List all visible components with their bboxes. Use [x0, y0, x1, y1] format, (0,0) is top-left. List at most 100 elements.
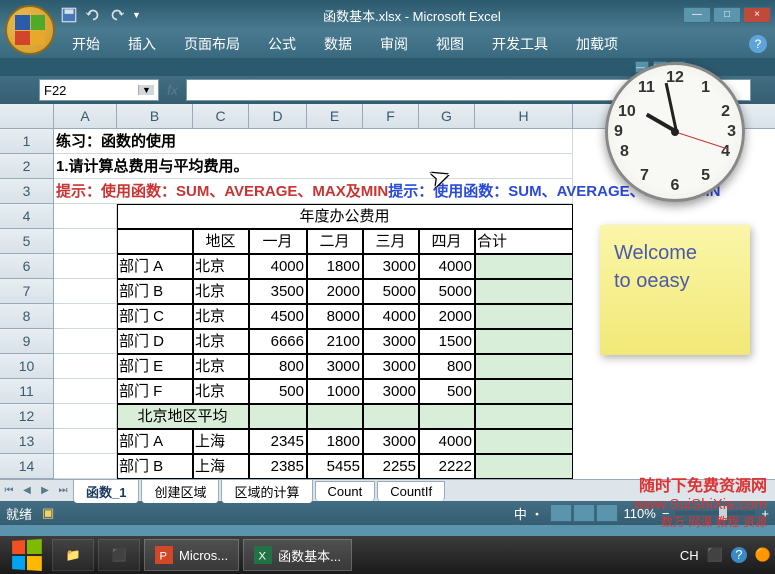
cell[interactable]: 5000: [419, 279, 475, 304]
cell[interactable]: 年度办公费用: [117, 204, 573, 229]
cell[interactable]: [117, 229, 193, 254]
tab-dev[interactable]: 开发工具: [480, 30, 560, 58]
tray-icon[interactable]: ⬛: [707, 547, 723, 563]
col-header[interactable]: F: [363, 104, 419, 128]
row-header[interactable]: 1: [0, 129, 54, 154]
cell[interactable]: 4000: [249, 254, 307, 279]
cell[interactable]: [54, 379, 117, 404]
row-header[interactable]: 4: [0, 204, 54, 229]
cell[interactable]: 3000: [363, 329, 419, 354]
cell[interactable]: 地区: [193, 229, 249, 254]
col-header[interactable]: A: [54, 104, 117, 128]
cell[interactable]: [54, 404, 117, 429]
cell[interactable]: 上海: [193, 429, 249, 454]
maximize-button[interactable]: □: [713, 7, 741, 23]
cell[interactable]: 3000: [363, 429, 419, 454]
col-header[interactable]: D: [249, 104, 307, 128]
cell[interactable]: [475, 454, 573, 479]
cell[interactable]: [475, 329, 573, 354]
cell[interactable]: 一月: [249, 229, 307, 254]
cell[interactable]: 1000: [307, 379, 363, 404]
select-all-corner[interactable]: [0, 104, 54, 128]
tab-insert[interactable]: 插入: [116, 30, 168, 58]
cell[interactable]: [54, 304, 117, 329]
sheet-tab[interactable]: Count: [315, 481, 376, 501]
cell[interactable]: 2000: [419, 304, 475, 329]
cell[interactable]: 2255: [363, 454, 419, 479]
cell[interactable]: [419, 404, 475, 429]
row-header[interactable]: 3: [0, 179, 54, 204]
cell[interactable]: [54, 354, 117, 379]
row-header[interactable]: 9: [0, 329, 54, 354]
row-header[interactable]: 13: [0, 429, 54, 454]
tab-addins[interactable]: 加载项: [564, 30, 630, 58]
sticky-note[interactable]: Welcome to oeasy: [600, 225, 750, 355]
cell[interactable]: 三月: [363, 229, 419, 254]
view-pagebreak-button[interactable]: [596, 504, 618, 522]
cell[interactable]: [54, 254, 117, 279]
cell[interactable]: [475, 379, 573, 404]
cell[interactable]: [54, 204, 117, 229]
help-icon[interactable]: ?: [749, 35, 767, 53]
cell[interactable]: 3000: [363, 254, 419, 279]
cell[interactable]: [249, 404, 307, 429]
row-header[interactable]: 12: [0, 404, 54, 429]
cell[interactable]: 6666: [249, 329, 307, 354]
cell[interactable]: [475, 254, 573, 279]
tab-layout[interactable]: 页面布局: [172, 30, 252, 58]
row-header[interactable]: 5: [0, 229, 54, 254]
undo-icon[interactable]: [84, 6, 102, 24]
cell[interactable]: [54, 429, 117, 454]
save-icon[interactable]: [60, 6, 78, 24]
tab-nav-first-icon[interactable]: ⏮: [0, 482, 18, 500]
cell[interactable]: [475, 404, 573, 429]
col-header[interactable]: C: [193, 104, 249, 128]
tab-view[interactable]: 视图: [424, 30, 476, 58]
office-button[interactable]: [5, 5, 55, 55]
row-header[interactable]: 14: [0, 454, 54, 479]
cell[interactable]: 北京: [193, 279, 249, 304]
cell[interactable]: 2100: [307, 329, 363, 354]
cell[interactable]: 3000: [363, 354, 419, 379]
cell[interactable]: [475, 429, 573, 454]
tab-formula[interactable]: 公式: [256, 30, 308, 58]
col-header[interactable]: E: [307, 104, 363, 128]
col-header[interactable]: G: [419, 104, 475, 128]
cell[interactable]: 1.请计算总费用与平均费用。: [54, 154, 573, 179]
cell[interactable]: 1800: [307, 254, 363, 279]
cell[interactable]: 1500: [419, 329, 475, 354]
cell[interactable]: 4500: [249, 304, 307, 329]
cell[interactable]: 1800: [307, 429, 363, 454]
cell[interactable]: 2385: [249, 454, 307, 479]
start-button[interactable]: [4, 536, 48, 574]
pinned-explorer[interactable]: 📁: [52, 539, 94, 571]
name-box-dropdown-icon[interactable]: ▼: [138, 85, 154, 95]
cell[interactable]: 2345: [249, 429, 307, 454]
cell[interactable]: 部门 E: [117, 354, 193, 379]
ime-indicator[interactable]: CH: [680, 548, 699, 563]
cell[interactable]: [475, 304, 573, 329]
cell[interactable]: [475, 279, 573, 304]
cell[interactable]: 4000: [419, 429, 475, 454]
cell[interactable]: 4000: [363, 304, 419, 329]
row-header[interactable]: 8: [0, 304, 54, 329]
cell[interactable]: 上海: [193, 454, 249, 479]
col-header[interactable]: H: [475, 104, 573, 128]
tray-help-icon[interactable]: ?: [731, 547, 747, 563]
cell[interactable]: 部门 A: [117, 254, 193, 279]
row-header[interactable]: 10: [0, 354, 54, 379]
view-normal-button[interactable]: [550, 504, 572, 522]
cell[interactable]: 3000: [307, 354, 363, 379]
cell[interactable]: 500: [249, 379, 307, 404]
redo-icon[interactable]: [108, 6, 126, 24]
cell[interactable]: [363, 404, 419, 429]
cell[interactable]: 5000: [363, 279, 419, 304]
cell[interactable]: 二月: [307, 229, 363, 254]
cell[interactable]: 800: [249, 354, 307, 379]
cell[interactable]: 北京: [193, 379, 249, 404]
cell[interactable]: 部门 B: [117, 279, 193, 304]
cell[interactable]: 4000: [419, 254, 475, 279]
cell[interactable]: 练习：函数的使用: [54, 129, 573, 154]
row-header[interactable]: 11: [0, 379, 54, 404]
sheet-tab[interactable]: 函数_1: [73, 479, 139, 503]
